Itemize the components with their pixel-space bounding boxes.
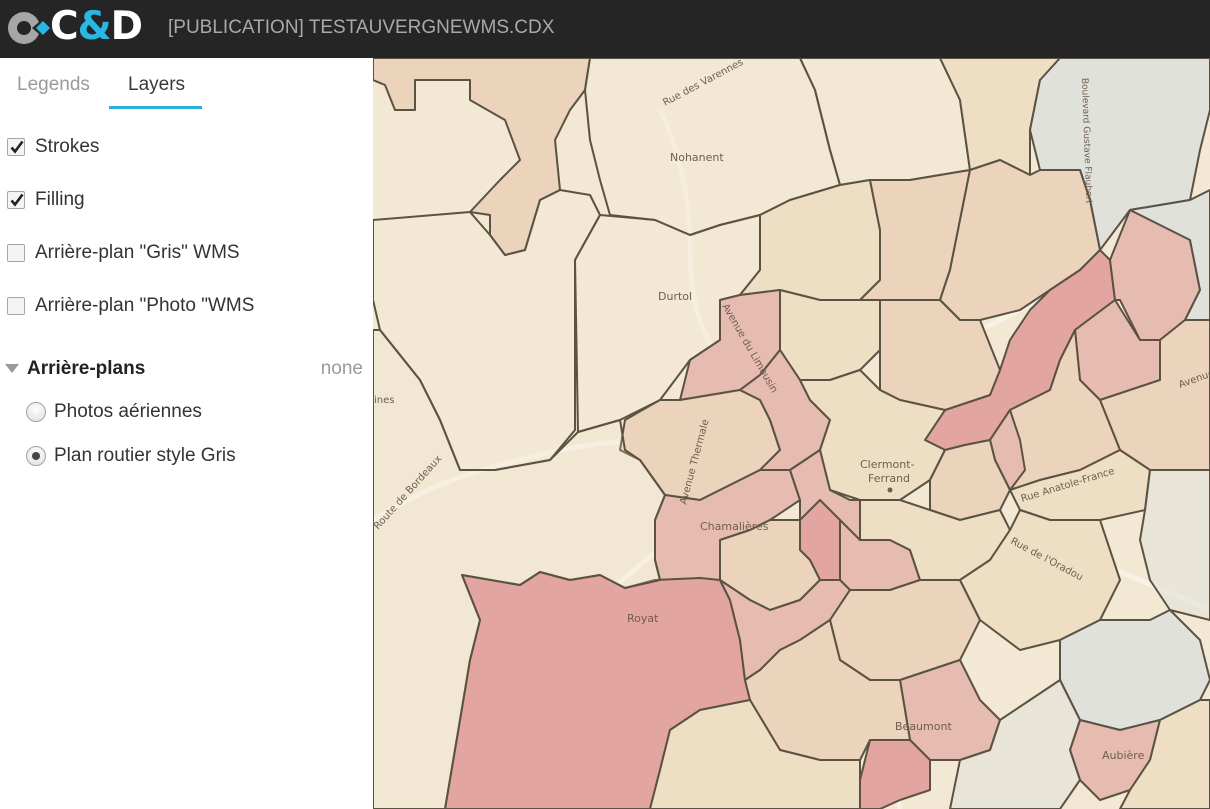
label-chamalieres: Chamalières (700, 520, 769, 533)
gris-wms-checkbox[interactable] (7, 244, 25, 262)
label-lines-left: ines (374, 395, 394, 406)
radio-label: Photos aériennes (54, 401, 202, 422)
active-tab-indicator (109, 106, 202, 109)
backgrounds-title: Arrière-plans (27, 358, 146, 379)
layers-panel: Legends Layers Strokes Filling Arrière-p… (0, 58, 373, 809)
layer-label: Arrière-plan "Photo "WMS (35, 295, 255, 316)
label-clermont-line2: Ferrand (868, 472, 910, 485)
layer-label: Arrière-plan "Gris" WMS (35, 242, 240, 263)
collapse-triangle-icon (5, 364, 19, 373)
tab-layers[interactable]: Layers (128, 72, 185, 98)
logo-mark-icon (8, 12, 50, 44)
filling-checkbox[interactable] (7, 191, 25, 209)
backgrounds-current-value: none (320, 358, 363, 379)
map-view[interactable]: Nohanent Durtol Clermont- Ferrand Chamal… (373, 58, 1210, 809)
app-logo[interactable]: C&D (6, 4, 143, 50)
tab-legends[interactable]: Legends (17, 72, 90, 98)
map-canvas[interactable]: Nohanent Durtol Clermont- Ferrand Chamal… (373, 58, 1210, 809)
label-aubiere: Aubière (1102, 749, 1145, 762)
layer-label: Filling (35, 189, 85, 210)
label-beaumont: Beaumont (895, 720, 952, 733)
checkmark-icon (10, 140, 24, 154)
label-durtol: Durtol (658, 290, 692, 303)
label-royat: Royat (627, 612, 659, 625)
logo-text: C&D (50, 4, 143, 49)
backgrounds-section-header[interactable]: Arrière-plans none (0, 357, 373, 383)
radio-selected-dot (32, 452, 40, 460)
radio-label: Plan routier style Gris (54, 445, 236, 466)
photos-radio[interactable] (26, 402, 46, 422)
top-bar: C&D [PUBLICATION] TESTAUVERGNEWMS.CDX (0, 0, 1210, 58)
label-clermont-line1: Clermont- (860, 458, 915, 471)
plan-gris-radio[interactable] (26, 446, 46, 466)
checkmark-icon (10, 193, 24, 207)
publication-title: [PUBLICATION] TESTAUVERGNEWMS.CDX (168, 17, 555, 38)
strokes-checkbox[interactable] (7, 138, 25, 156)
label-nohanent: Nohanent (670, 151, 724, 164)
photo-wms-checkbox[interactable] (7, 297, 25, 315)
layer-label: Strokes (35, 136, 100, 157)
city-center-marker (887, 487, 893, 493)
